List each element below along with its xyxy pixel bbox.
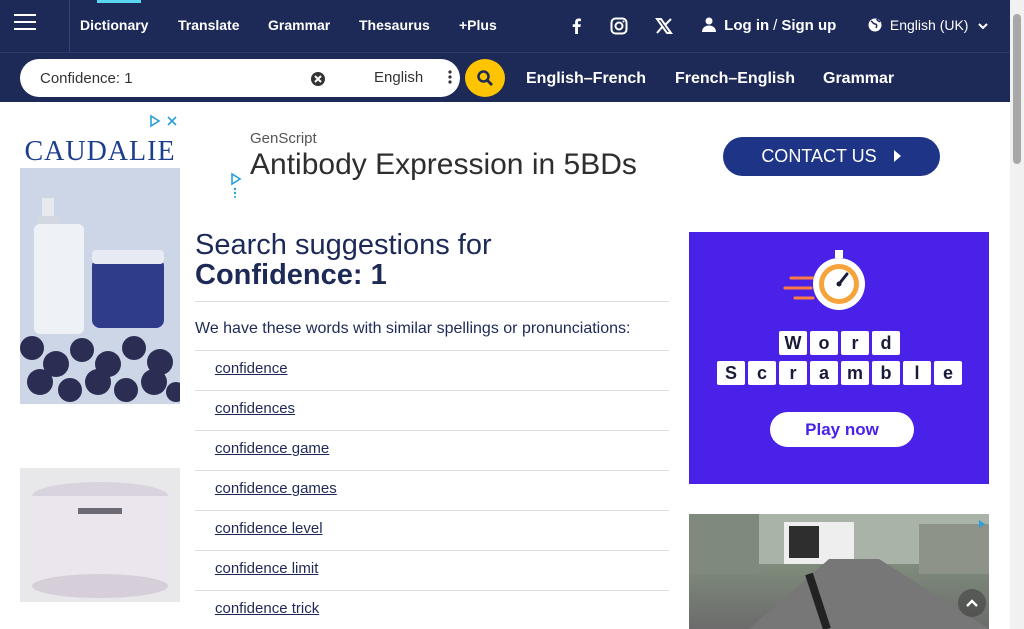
search-suggestions: Search suggestions for Confidence: 1 We … [195, 230, 669, 617]
chevron-down-icon [978, 17, 989, 30]
divider [195, 390, 669, 391]
tab-grammar[interactable]: Grammar [823, 70, 894, 88]
ad-choices-icon[interactable] [148, 114, 162, 128]
intro-text: We have these words with similar spellin… [195, 320, 631, 337]
banner-advertisement[interactable]: GenScript Antibody Expression in 5BDs CO… [228, 112, 956, 202]
letter-tile: d [872, 331, 900, 355]
divider [195, 550, 669, 551]
language-selector[interactable]: English (UK) [868, 17, 989, 33]
search-icon [476, 69, 494, 87]
suggestion-link[interactable]: confidence limit [215, 560, 318, 577]
search-box: English [20, 59, 460, 97]
instagram-icon[interactable] [608, 15, 630, 37]
more-vertical-icon [448, 70, 452, 84]
caudalie-logo: CAUDALIE [24, 136, 176, 167]
divider [195, 510, 669, 511]
divider [195, 350, 669, 351]
tab-english-french[interactable]: English–French [526, 70, 646, 88]
word-scramble-ad[interactable]: W o r d S c r a m b l e Play now [689, 232, 989, 484]
vertical-scrollbar[interactable] [1010, 0, 1024, 629]
facebook-icon[interactable] [566, 15, 588, 37]
nav-thesaurus[interactable]: Thesaurus [359, 17, 430, 33]
menu-icon[interactable] [14, 14, 36, 32]
dictionary-select-label: English [374, 69, 424, 86]
letter-tile: W [779, 331, 807, 355]
divider [195, 430, 669, 431]
account-links: Log in / Sign up [702, 17, 836, 34]
back-to-top-button[interactable] [958, 589, 986, 617]
ad-brand: GenScript [250, 130, 317, 147]
search-button[interactable] [465, 59, 505, 97]
top-nav: Dictionary Translate Grammar Thesaurus +… [0, 0, 1010, 52]
letter-tile: S [717, 361, 745, 385]
video-advertisement[interactable] [689, 514, 989, 629]
nav-plus[interactable]: +Plus [459, 17, 497, 33]
stopwatch-icon [781, 248, 891, 318]
heading-query: Confidence: 1 [195, 259, 387, 291]
caret-right-icon [892, 138, 902, 162]
letter-tile: a [810, 361, 838, 385]
scrollbar-thumb[interactable] [1013, 14, 1021, 164]
nav-grammar[interactable]: Grammar [268, 17, 330, 33]
close-ad-icon[interactable] [165, 114, 179, 128]
suggestion-link[interactable]: confidences [215, 400, 295, 417]
contact-us-label: CONTACT US [761, 146, 877, 166]
slash-separator: / [773, 17, 778, 34]
divider [195, 590, 669, 591]
left-advertisement[interactable]: CAUDALIE [20, 112, 180, 629]
letter-tile: l [903, 361, 931, 385]
suggestion-link[interactable]: confidence level [215, 520, 323, 537]
product-image-serum [20, 168, 180, 404]
play-now-button[interactable]: Play now [770, 412, 914, 447]
letter-tile: e [934, 361, 962, 385]
page-title: Search suggestions for Confidence: 1 [195, 230, 669, 290]
page: Dictionary Translate Grammar Thesaurus +… [0, 0, 1024, 629]
heading-prefix: Search suggestions for [195, 229, 492, 261]
nav-divider [69, 0, 70, 52]
ad-headline: Antibody Expression in 5BDs [250, 148, 637, 181]
signup-link[interactable]: Sign up [781, 17, 836, 34]
letter-tile: o [810, 331, 838, 355]
letter-tile: m [841, 361, 869, 385]
language-label: English (UK) [889, 17, 969, 33]
letter-tile: c [748, 361, 776, 385]
suggestion-link[interactable]: confidence games [215, 480, 337, 497]
suggestion-link[interactable]: confidence trick [215, 600, 319, 617]
product-image-cream-jar [20, 468, 180, 602]
globe-icon [868, 18, 882, 32]
x-twitter-icon[interactable] [653, 15, 675, 37]
chevron-up-icon [965, 596, 979, 610]
dictionary-select[interactable]: English [352, 67, 472, 90]
search-input[interactable] [40, 68, 310, 88]
clear-search-icon[interactable] [307, 68, 329, 90]
ad-choices-icon[interactable] [230, 172, 242, 198]
nav-translate[interactable]: Translate [178, 17, 239, 33]
ad-choices-icon[interactable] [977, 516, 987, 528]
suggestion-link[interactable]: confidence game [215, 440, 329, 457]
divider [195, 470, 669, 471]
tab-french-english[interactable]: French–English [675, 70, 795, 88]
nav-dictionary[interactable]: Dictionary [80, 0, 148, 33]
letter-tile: r [841, 331, 869, 355]
letter-tile: b [872, 361, 900, 385]
contact-us-button[interactable]: CONTACT US [723, 137, 940, 176]
user-icon [702, 17, 716, 32]
login-link[interactable]: Log in [724, 17, 769, 34]
suggestion-link[interactable]: confidence [215, 360, 288, 377]
letter-tile: r [779, 361, 807, 385]
divider [195, 301, 669, 302]
